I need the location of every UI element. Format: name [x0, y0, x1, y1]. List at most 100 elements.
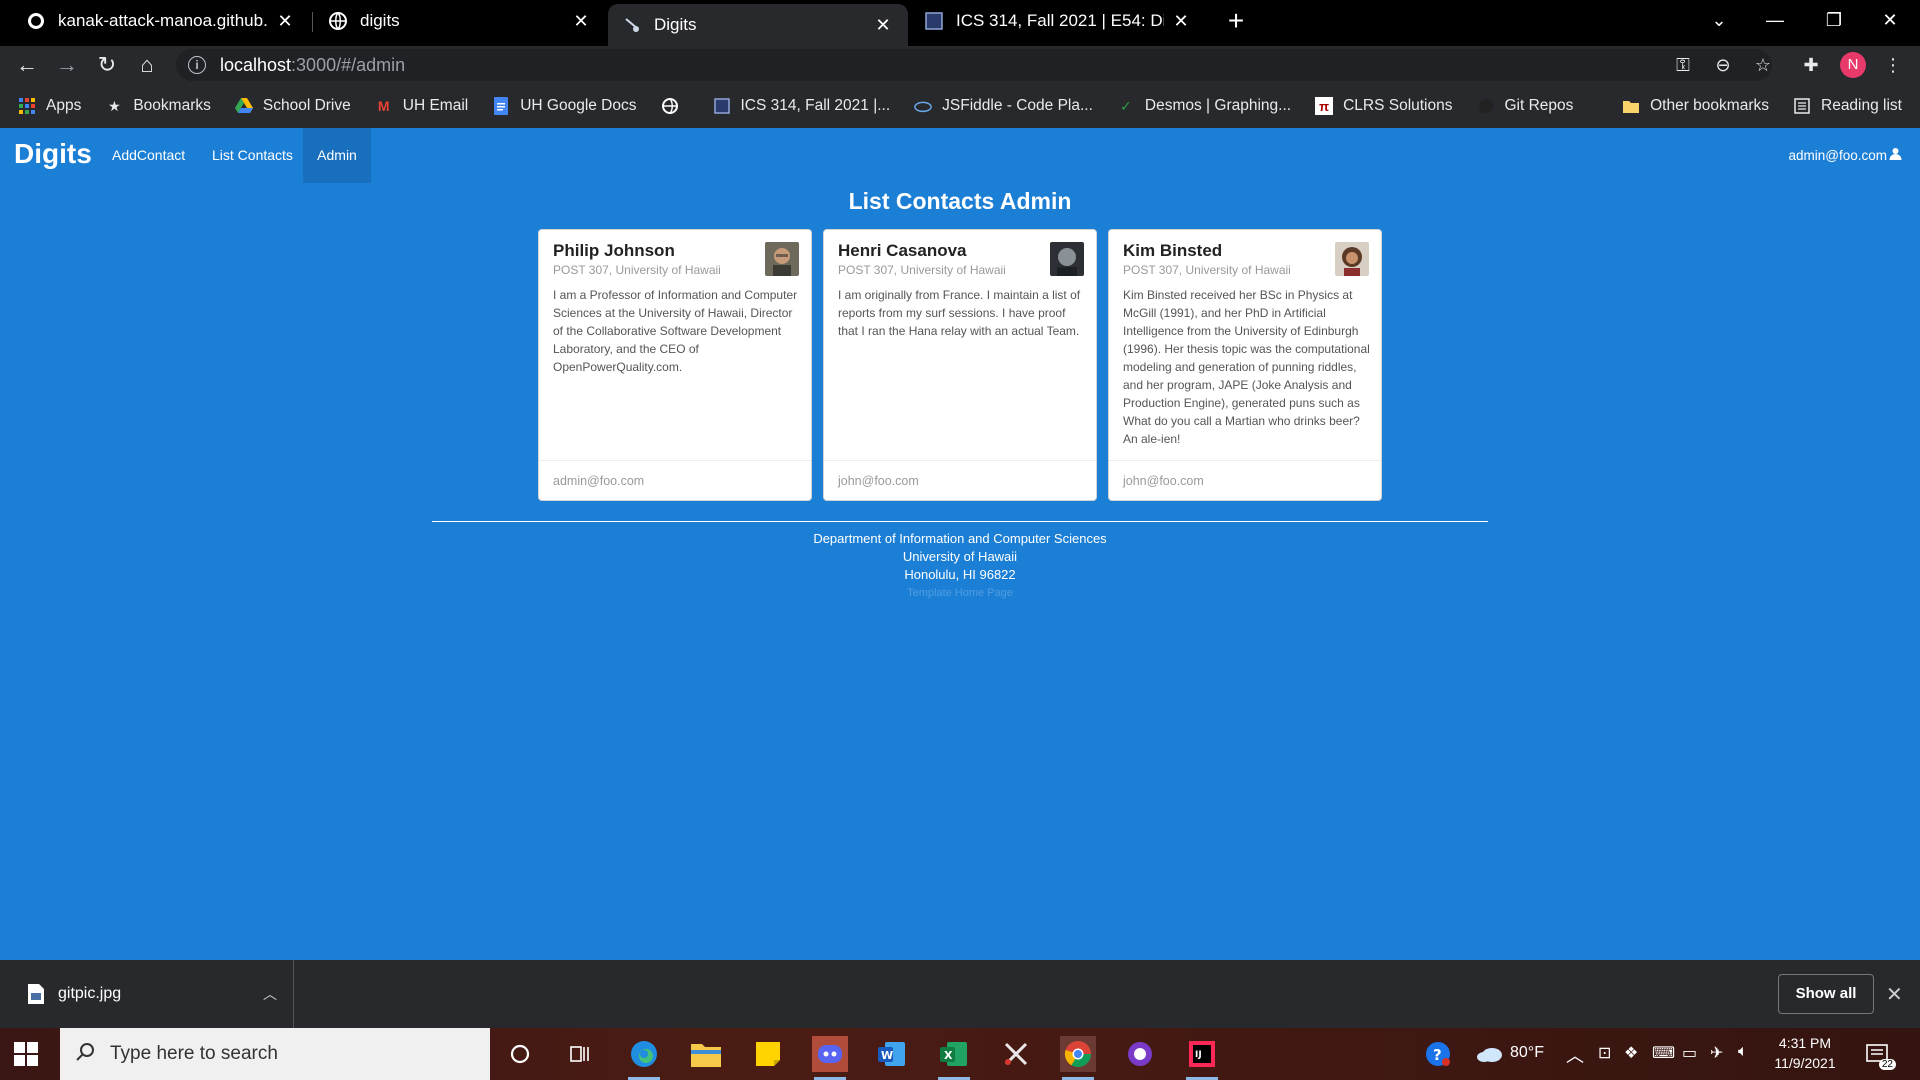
restore-button[interactable]: ❐ — [1814, 0, 1854, 40]
close-tab-icon[interactable]: ✕ — [570, 11, 592, 32]
tab-ics314[interactable]: ICS 314, Fall 2021 | E54: Digits, Pa ✕ — [910, 0, 1206, 42]
bookmark-globe[interactable] — [661, 97, 689, 115]
bookmark-label: Other bookmarks — [1650, 97, 1769, 114]
notifications-icon[interactable]: 22 — [1860, 1036, 1896, 1072]
intellij-icon[interactable]: IJ — [1184, 1036, 1220, 1080]
excel-icon[interactable]: X — [936, 1036, 972, 1080]
file-explorer-icon[interactable] — [688, 1036, 724, 1072]
bookmark-desmos[interactable]: ✓ Desmos | Graphing... — [1117, 97, 1291, 115]
weather-temperature[interactable]: 80°F — [1510, 1044, 1544, 1062]
discord-icon[interactable] — [812, 1036, 848, 1080]
taskbar-search-box[interactable]: Type here to search — [60, 1028, 490, 1080]
close-tab-icon[interactable]: ✕ — [872, 15, 894, 36]
windows-start-icon[interactable] — [14, 1042, 38, 1066]
extensions-icon[interactable]: ✚ — [1798, 52, 1824, 78]
close-window-button[interactable]: ✕ — [1870, 0, 1910, 40]
chevron-up-icon[interactable]: ︿ — [1566, 1042, 1584, 1068]
bookmark-school-drive[interactable]: School Drive — [234, 97, 351, 115]
google-drive-icon — [234, 97, 253, 115]
bookmark-label: ICS 314, Fall 2021 |... — [740, 97, 891, 114]
airplane-mode-icon[interactable]: ✈ — [1710, 1043, 1723, 1063]
close-icon[interactable]: ✕ — [1886, 982, 1903, 1007]
bookmark-jsfiddle[interactable]: JSFiddle - Code Pla... — [914, 97, 1093, 115]
bookmark-uh-email[interactable]: M UH Email — [375, 97, 468, 115]
reload-button[interactable]: ↻ — [92, 50, 122, 80]
battery-icon[interactable]: ▭ — [1682, 1043, 1697, 1063]
help-icon[interactable]: ? — [1420, 1036, 1456, 1072]
onscreen-keyboard-icon[interactable]: ⌨ — [1652, 1043, 1675, 1063]
address-bar[interactable]: i localhost:3000/#/admin — [176, 49, 1772, 81]
profile-avatar[interactable]: N — [1840, 52, 1866, 78]
user-dropdown[interactable]: admin@foo.com — [1789, 128, 1903, 183]
nav-list-contacts[interactable]: List Contacts — [200, 128, 305, 183]
bookmark-reading-list[interactable]: Reading list — [1793, 97, 1902, 115]
bookmark-clrs[interactable]: π CLRS Solutions — [1315, 97, 1453, 115]
bookmark-ics314[interactable]: ICS 314, Fall 2021 |... — [713, 97, 891, 115]
folder-icon — [1622, 97, 1640, 115]
task-view-icon[interactable] — [562, 1036, 598, 1072]
key-icon[interactable]: ⚿ — [1670, 52, 1696, 78]
bookmark-other[interactable]: Other bookmarks — [1622, 97, 1769, 115]
contact-owner: john@foo.com — [824, 460, 1096, 500]
bookmark-label: Git Repos — [1504, 97, 1574, 114]
bookmark-star-icon[interactable]: ☆ — [1750, 52, 1776, 78]
bookmark-uh-google-docs[interactable]: UH Google Docs — [492, 97, 637, 115]
nav-add-contact[interactable]: AddContact — [100, 128, 197, 183]
site-info-icon[interactable]: i — [188, 56, 206, 74]
bookmark-git-repos[interactable]: Git Repos — [1477, 97, 1574, 115]
close-tab-icon[interactable]: ✕ — [274, 11, 296, 32]
minimize-button[interactable]: — — [1755, 0, 1795, 40]
footer-divider — [432, 521, 1488, 522]
chrome-icon[interactable] — [1060, 1036, 1096, 1080]
bookmark-label: UH Google Docs — [520, 97, 637, 114]
svg-text:IJ: IJ — [1195, 1050, 1202, 1060]
contact-name: Kim Binsted — [1123, 241, 1223, 260]
footer-template-link[interactable]: Template Home Page — [0, 584, 1920, 602]
tab-digits-active[interactable]: Digits ✕ — [608, 4, 908, 46]
dropbox-icon[interactable]: ❖ — [1624, 1043, 1638, 1063]
nav-admin[interactable]: Admin — [303, 128, 371, 183]
url-host: localhost — [220, 54, 292, 75]
bookmark-bookmarks[interactable]: ★ Bookmarks — [105, 97, 211, 115]
tab-search-icon[interactable]: ⌄ — [1699, 0, 1739, 40]
home-button[interactable]: ⌂ — [132, 50, 162, 80]
back-button[interactable]: ← — [12, 50, 42, 80]
contact-card: Henri Casanova POST 307, University of H… — [823, 229, 1097, 501]
tab-title: ICS 314, Fall 2021 | E54: Digits, Pa — [956, 11, 1164, 30]
word-icon[interactable]: W — [874, 1036, 910, 1072]
new-tab-button[interactable]: + — [1220, 6, 1252, 38]
tab-kanak-attack[interactable]: kanak-attack-manoa.github.io/in ✕ — [12, 0, 310, 42]
download-item[interactable]: gitpic.jpg ︿ — [18, 960, 294, 1028]
volume-icon[interactable]: 🔈︎ — [1738, 1043, 1748, 1061]
contact-card: Philip Johnson POST 307, University of H… — [538, 229, 812, 501]
chevron-up-icon[interactable]: ︿ — [263, 984, 277, 1004]
tab-digits-lower[interactable]: digits ✕ — [314, 0, 606, 42]
windows-taskbar: Type here to search W X IJ ? 80°F ︿ ⊡ ❖ … — [0, 1028, 1920, 1080]
menu-icon[interactable]: ⋮ — [1880, 52, 1906, 78]
bookmark-label: Reading list — [1821, 97, 1902, 114]
contact-address: POST 307, University of Hawaii — [1123, 263, 1291, 277]
brand-logo[interactable]: Digits — [14, 138, 92, 170]
contact-description: Kim Binsted received her BSc in Physics … — [1123, 288, 1370, 446]
search-icon — [76, 1042, 96, 1067]
clock[interactable]: 4:31 PM 11/9/2021 — [1770, 1033, 1840, 1073]
meet-now-icon[interactable]: ⊡ — [1598, 1043, 1611, 1063]
bookmark-apps[interactable]: Apps — [18, 97, 81, 115]
reading-list-icon — [1793, 97, 1811, 115]
edge-icon[interactable] — [626, 1036, 662, 1080]
weather-cloud-icon[interactable] — [1472, 1036, 1508, 1072]
gmail-icon: M — [377, 98, 390, 114]
close-tab-icon[interactable]: ✕ — [1170, 11, 1192, 32]
cortana-icon[interactable] — [502, 1036, 538, 1072]
jsfiddle-icon — [914, 97, 932, 115]
sticky-notes-icon[interactable] — [750, 1036, 786, 1072]
zoom-icon[interactable]: ⊖ — [1710, 52, 1736, 78]
snipping-tool-icon[interactable] — [998, 1036, 1034, 1072]
contact-description: I am a Professor of Information and Comp… — [553, 288, 798, 374]
bookmark-label: Desmos | Graphing... — [1144, 97, 1292, 114]
github-desktop-icon[interactable] — [1122, 1036, 1158, 1072]
bookmark-label: Apps — [46, 97, 82, 114]
forward-button[interactable]: → — [52, 50, 82, 80]
contact-name: Henri Casanova — [838, 241, 967, 260]
show-all-button[interactable]: Show all — [1778, 974, 1874, 1014]
